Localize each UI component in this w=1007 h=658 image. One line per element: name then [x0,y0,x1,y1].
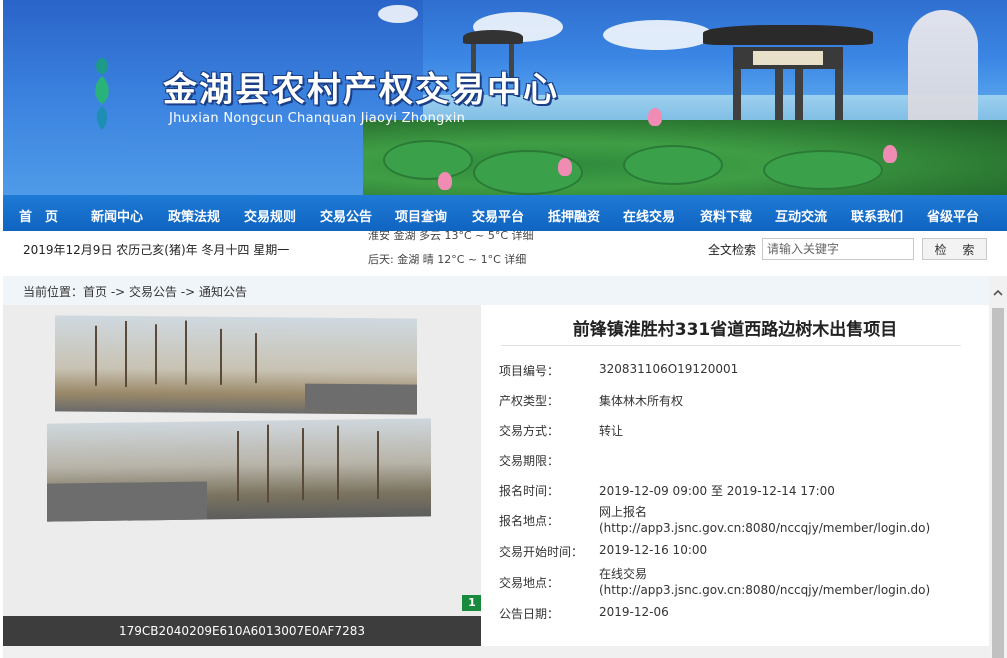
search-label: 全文检索 [708,243,757,257]
nav-item-announcements[interactable]: 交易公告 [320,206,372,225]
weather-row-later: 后天: 金湖 晴 12°C ~ 1°C 详细 [368,253,527,265]
site-title-pinyin: Jhuxian Nongcun Chanquan Jiaoyi Zhongxin [169,111,466,126]
project-photo-gallery: 1 [3,305,481,646]
field-value: 2019-12-09 09:00 至 2019-12-14 17:00 [599,484,835,498]
lotus-leaf [763,150,883,190]
nav-item-provincial-platform[interactable]: 省级平台 [927,206,979,225]
photo-index-badge[interactable]: 1 [462,595,481,611]
memorial-gate-illustration [703,25,873,135]
nav-item-policy[interactable]: 政策法规 [168,206,220,225]
nav-item-online-trading[interactable]: 在线交易 [623,206,675,225]
search-input[interactable] [762,238,914,260]
nav-item-contact[interactable]: 联系我们 [851,206,903,225]
weather-row-today: 淮安 金湖 多云 13°C ~ 5°C 详细 [368,231,534,242]
registration-url-link[interactable]: (http://app3.jsnc.gov.cn:8080/nccqjy/mem… [599,520,930,536]
field-label: 项目编号： [499,364,560,378]
lotus-flower [883,145,897,163]
title-divider [501,345,961,346]
field-label: 报名时间： [499,484,560,498]
nav-item-downloads[interactable]: 资料下载 [700,206,752,225]
lotus-flower [438,172,452,190]
field-label: 交易期限： [499,454,560,468]
scrollbar-thumb[interactable] [992,308,1004,658]
field-value: 320831106O19120001 [599,362,739,376]
field-label: 产权类型： [499,394,560,408]
nav-item-project-search[interactable]: 项目查询 [395,206,447,225]
page-scrollbar[interactable] [989,276,1007,658]
field-label: 交易方式： [499,424,560,438]
nav-item-home[interactable]: 首 页 [19,206,58,225]
main-nav: 首 页 新闻中心 政策法规 交易规则 交易公告 项目查询 交易平台 抵押融资 在… [3,195,1007,231]
nav-item-mortgage[interactable]: 抵押融资 [548,206,600,225]
site-title: 金湖县农村产权交易中心 [163,70,559,110]
nav-item-trading-platform[interactable]: 交易平台 [472,206,524,225]
weather-ticker: 淮安 金湖 多云 13°C ~ 5°C 详细 后天: 金湖 晴 12°C ~ 1… [368,231,578,265]
header-banner: 金湖县农村产权交易中心 Jhuxian Nongcun Chanquan Jia… [3,0,1007,195]
project-detail: 前锋镇淮胜村331省道西路边树木出售项目 项目编号： 320831106O191… [481,305,989,646]
current-date: 2019年12月9日 农历己亥(猪)年 冬月十四 星期一 [23,243,290,257]
field-value: 2019-12-16 10:00 [599,543,708,557]
site-logo-icon [95,58,109,130]
field-value: 集体林木所有权 [599,394,684,408]
search-button[interactable]: 检 索 [922,238,987,260]
nav-item-interaction[interactable]: 互动交流 [775,206,827,225]
trade-url-link[interactable]: (http://app3.jsnc.gov.cn:8080/nccqjy/mem… [599,582,930,598]
nav-item-rules[interactable]: 交易规则 [244,206,296,225]
field-value: 网上报名 [599,505,648,519]
photo-caption: 179CB2040209E610A6013007E0AF7283 [3,616,481,646]
lotus-leaf [623,145,723,185]
field-label: 公告日期： [499,607,560,621]
page-bottom-strip [3,646,989,658]
lotus-flower [558,158,572,176]
project-title: 前锋镇淮胜村331省道西路边树木出售项目 [572,320,898,340]
project-photo[interactable] [43,315,433,522]
field-value: 转让 [599,424,624,438]
lotus-leaf [383,140,473,180]
field-value: 2019-12-06 [599,605,669,619]
field-value: 在线交易 [599,567,648,581]
lotus-flower [648,108,662,126]
banner-cloud [378,5,418,23]
banner-cloud [603,20,713,50]
chevron-up-icon[interactable] [993,288,1003,298]
nav-item-news[interactable]: 新闻中心 [91,206,143,225]
field-label: 报名地点： [499,514,560,528]
field-label: 交易开始时间： [499,545,584,559]
field-label: 交易地点： [499,576,560,590]
info-bar: 2019年12月9日 农历己亥(猪)年 冬月十四 星期一 淮安 金湖 多云 13… [3,231,1007,265]
breadcrumb: 当前位置：首页 -> 交易公告 -> 通知公告 [3,276,989,305]
